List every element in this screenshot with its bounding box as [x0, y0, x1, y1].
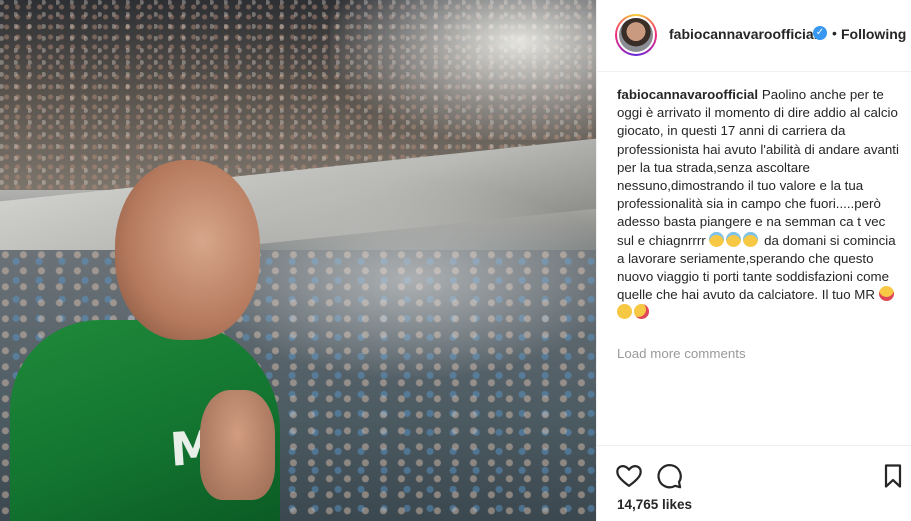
avatar-image — [617, 16, 655, 54]
likes-count[interactable]: 14,765 likes — [617, 497, 692, 512]
kiss-emoji-icon — [634, 304, 649, 320]
post-side-panel: fabiocannavaroofficial ✓ • Following fab… — [596, 0, 911, 521]
sweat-smile-emoji-icon — [726, 231, 742, 247]
separator-dot: • — [832, 25, 837, 41]
post-actions: 14,765 likes — [597, 445, 911, 521]
player-hand — [200, 390, 275, 500]
heart-icon[interactable] — [615, 462, 643, 490]
tongue-emoji-icon — [878, 286, 894, 302]
header-username[interactable]: fabiocannavaroofficial — [669, 26, 818, 42]
post-header: fabiocannavaroofficial ✓ • Following — [597, 0, 911, 72]
smile-emoji-icon — [617, 304, 632, 320]
caption-text-part-1: Paolino anche per te oggi è arrivato il … — [617, 87, 899, 248]
bookmark-icon[interactable] — [879, 462, 907, 490]
load-more-comments-link[interactable]: Load more comments — [617, 346, 746, 361]
player-head — [115, 160, 260, 340]
stadium-light-glow — [330, 0, 596, 140]
post-caption: fabiocannavaroofficial Paolino anche per… — [617, 86, 902, 323]
following-button[interactable]: Following — [841, 26, 906, 42]
profile-avatar[interactable] — [615, 14, 657, 56]
smoke-haze — [200, 180, 596, 380]
sweat-smile-emoji-icon — [709, 231, 725, 247]
comment-icon[interactable] — [655, 462, 683, 490]
sweat-smile-emoji-icon — [743, 231, 759, 247]
caption-username[interactable]: fabiocannavaroofficial — [617, 87, 758, 102]
post-photo[interactable]: MA — [0, 0, 596, 521]
verified-badge-icon: ✓ — [813, 26, 827, 40]
